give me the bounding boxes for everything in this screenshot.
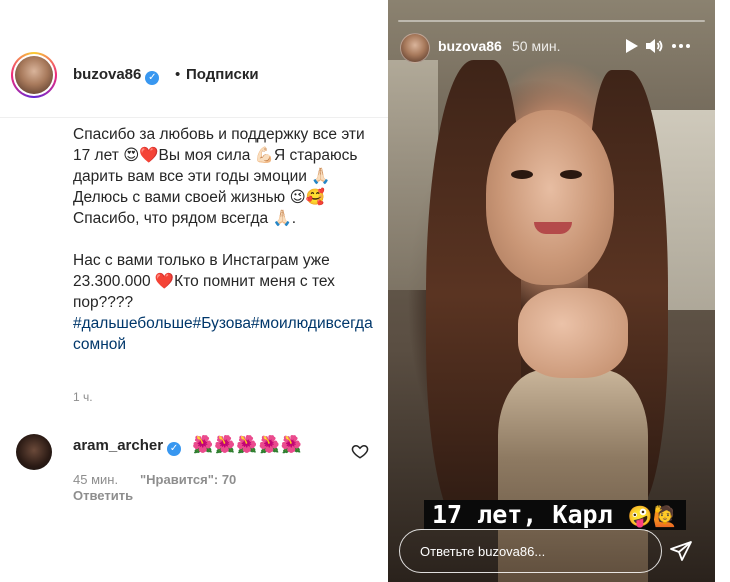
post-timestamp[interactable]: 1 ч. xyxy=(73,390,93,404)
author-avatar[interactable] xyxy=(11,52,57,98)
comment-likes-count[interactable]: "Нравится": 70 xyxy=(140,472,236,487)
post-caption: Спасибо за любовь и поддержку все эти 17… xyxy=(73,124,373,355)
story-text-overlay: 17 лет, Карл 🤪🙋 xyxy=(424,500,686,530)
post-header: buzova86 ✓ • Подписки xyxy=(0,0,388,118)
reply-button[interactable]: Ответить xyxy=(73,488,133,503)
comment-text: 🌺🌺🌺🌺🌺 xyxy=(192,435,303,454)
send-icon[interactable] xyxy=(669,539,693,563)
story-photo xyxy=(486,110,614,285)
comment-timestamp: 45 мин. xyxy=(73,472,119,487)
following-button[interactable]: Подписки xyxy=(186,66,259,83)
volume-icon[interactable] xyxy=(644,36,664,56)
caption-text-2: Нас с вами только в Инстаграм уже 23.300… xyxy=(73,252,340,311)
author-username[interactable]: buzova86 ✓ xyxy=(73,66,160,85)
commenter-username[interactable]: aram_archer ✓ xyxy=(73,437,182,456)
verified-badge-icon: ✓ xyxy=(145,71,160,85)
story-viewer[interactable]: buzova86 50 мин. 17 лет, Карл 🤪🙋 xyxy=(388,0,715,582)
commenter-avatar[interactable] xyxy=(16,434,52,470)
heart-outline-icon[interactable] xyxy=(351,442,369,460)
header-separator: • xyxy=(175,66,181,83)
caption-text: Спасибо за любовь и поддержку все эти 17… xyxy=(73,126,369,227)
play-icon[interactable] xyxy=(621,36,641,56)
caption-hashtags[interactable]: #дальшебольше#Бузова#моилюдивсегдасомной xyxy=(73,313,373,355)
story-author-avatar[interactable] xyxy=(400,33,430,63)
story-reply-input[interactable] xyxy=(399,529,662,573)
story-timestamp: 50 мин. xyxy=(512,38,561,54)
post-panel: buzova86 ✓ • Подписки Спасибо за любовь и… xyxy=(0,0,388,582)
story-progress-bar xyxy=(398,20,705,22)
more-icon[interactable] xyxy=(671,36,691,56)
story-username[interactable]: buzova86 xyxy=(438,38,502,54)
verified-badge-icon: ✓ xyxy=(167,442,182,456)
